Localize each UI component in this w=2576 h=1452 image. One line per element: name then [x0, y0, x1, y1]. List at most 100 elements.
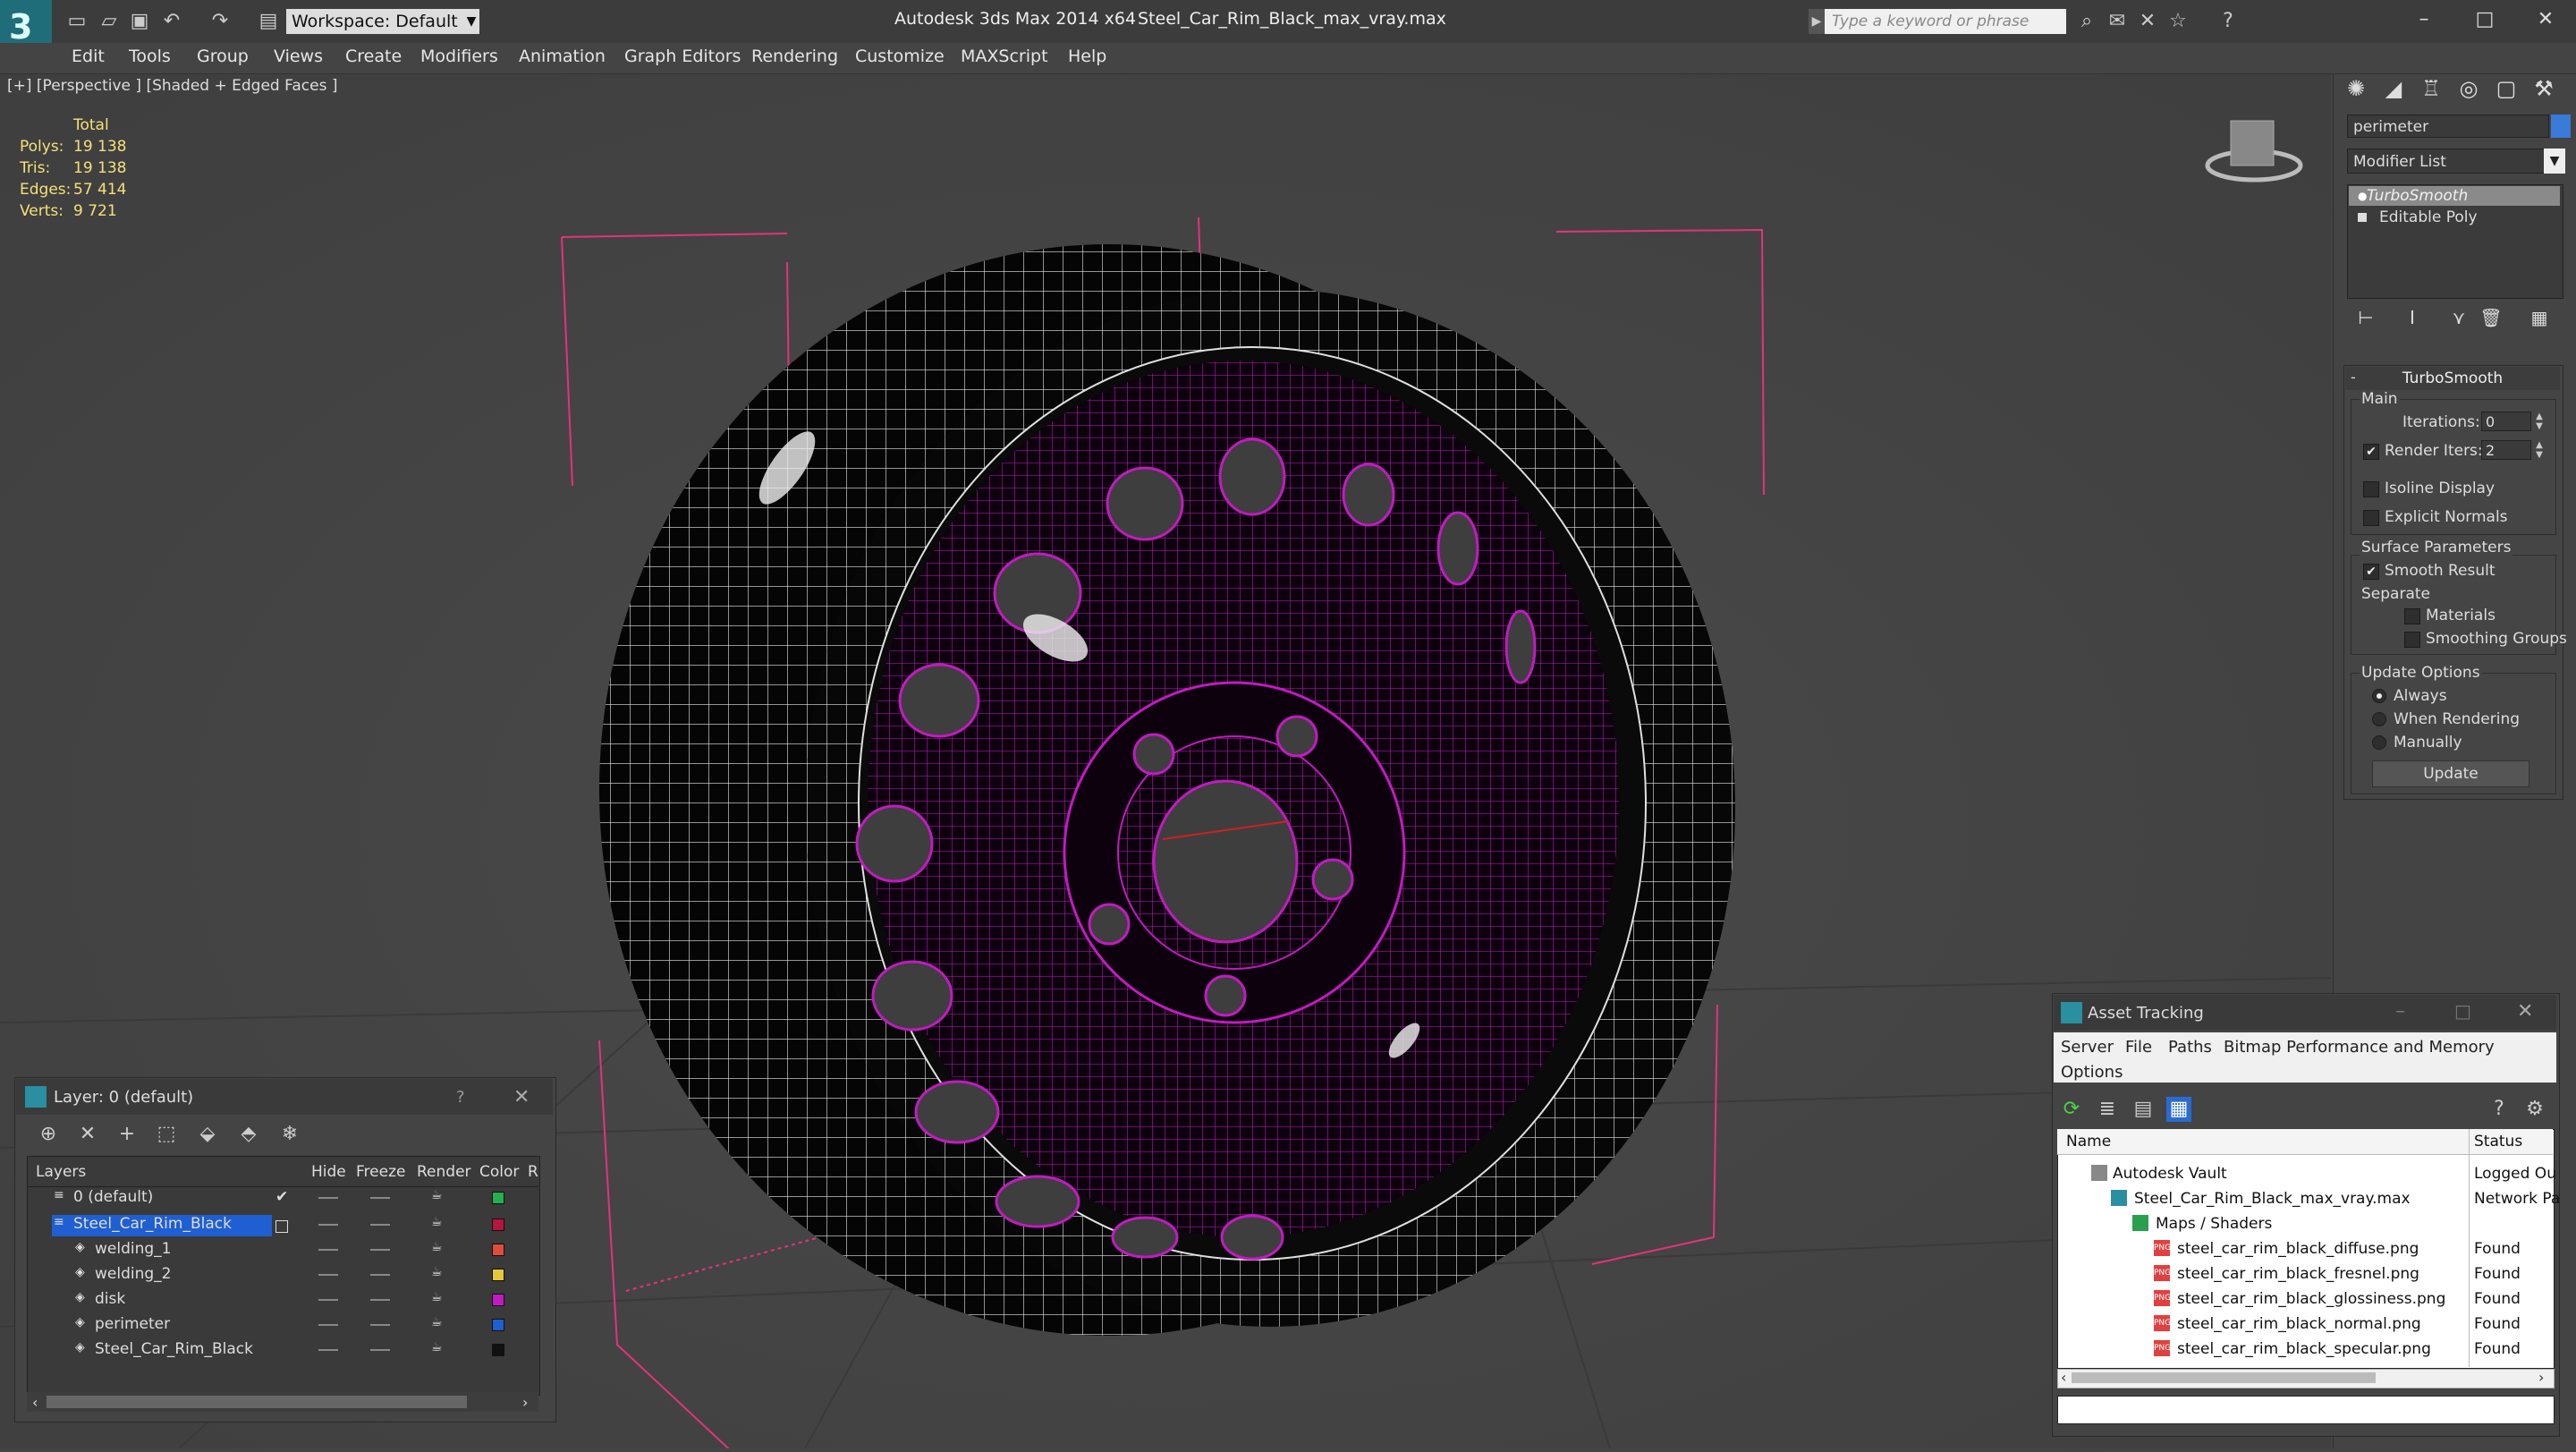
favorites-icon[interactable]: ☆ [2165, 9, 2191, 34]
col-layers[interactable]: Layers [36, 1163, 86, 1181]
object-color-swatch[interactable] [2551, 115, 2571, 138]
manually-radio[interactable] [2372, 735, 2386, 750]
hide-toggle[interactable] [318, 1197, 338, 1199]
spinner-arrows-icon[interactable]: ▲ ▼ [2533, 412, 2546, 431]
menu-help[interactable]: Help [1068, 47, 1106, 66]
stack-item-turbosmooth[interactable]: TurboSmooth [2349, 186, 2560, 206]
maximize-button[interactable]: □ [2458, 4, 2512, 36]
vault-settings-icon[interactable]: ⚙ [2522, 1097, 2547, 1122]
table-view-icon[interactable]: ▤ [2131, 1097, 2156, 1122]
new-file-icon[interactable]: ▭ [64, 9, 89, 34]
asset-name[interactable]: Autodesk Vault [2113, 1165, 2227, 1183]
object-name[interactable]: welding_2 [95, 1265, 171, 1283]
hide-toggle[interactable] [318, 1249, 338, 1251]
asset-menu-paths[interactable]: Paths [2168, 1038, 2212, 1057]
chevron-down-icon[interactable]: ▼ [2544, 149, 2565, 174]
object-name[interactable]: disk [95, 1290, 125, 1308]
render-teapot-icon[interactable]: ☕ [431, 1265, 443, 1279]
layer-name[interactable]: 0 (default) [73, 1188, 153, 1206]
modifier-list-dropdown[interactable]: Modifier List [2347, 149, 2562, 174]
menu-maxscript[interactable]: MAXScript [961, 47, 1048, 66]
communication-icon[interactable]: ✉ [2104, 9, 2131, 34]
create-layer-icon[interactable]: ⊕ [36, 1122, 61, 1147]
help-icon[interactable]: ? [2215, 9, 2241, 34]
freeze-toggle[interactable] [370, 1197, 390, 1199]
remove-modifier-icon[interactable]: 🗑 [2478, 304, 2504, 331]
close-button[interactable]: ✕ [2517, 1000, 2533, 1023]
layer-color-swatch[interactable] [492, 1244, 504, 1256]
undo-icon[interactable]: ↶ [159, 9, 184, 34]
object-name[interactable]: Steel_Car_Rim_Black [95, 1340, 253, 1358]
col-name[interactable]: Name [2066, 1133, 2111, 1151]
make-unique-icon[interactable]: ⋎ [2445, 304, 2472, 331]
project-folder-icon[interactable]: ▤ [256, 9, 281, 34]
redo-icon[interactable]: ↷ [208, 9, 233, 34]
render-teapot-icon[interactable]: ☕ [431, 1240, 443, 1254]
collapse-icon[interactable]: - [2351, 369, 2356, 386]
maximize-button[interactable]: □ [2454, 1000, 2471, 1022]
menu-group[interactable]: Group [197, 47, 249, 66]
list-view-icon[interactable]: ≣ [2095, 1097, 2120, 1122]
menu-modifiers[interactable]: Modifiers [420, 47, 498, 66]
viewport-label[interactable]: [+] [Perspective ] [Shaded + Edged Faces… [7, 77, 337, 95]
create-tab-icon[interactable]: ✺ [2340, 73, 2372, 104]
asset-name[interactable]: steel_car_rim_black_diffuse.png [2177, 1240, 2419, 1258]
update-button[interactable]: Update [2372, 760, 2529, 787]
col-render[interactable]: Render [417, 1163, 471, 1181]
freeze-toggle[interactable] [370, 1249, 390, 1251]
render-teapot-icon[interactable]: ☕ [431, 1315, 443, 1329]
col-status[interactable]: Status [2474, 1133, 2522, 1151]
layer-color-swatch[interactable] [492, 1269, 504, 1281]
isoline-checkbox[interactable] [2363, 481, 2379, 497]
asset-menu-file[interactable]: File [2125, 1038, 2152, 1057]
hide-toggle[interactable] [318, 1224, 338, 1226]
menu-graph-editors[interactable]: Graph Editors [624, 47, 741, 66]
asset-name[interactable]: steel_car_rim_black_normal.png [2177, 1315, 2421, 1333]
menu-customize[interactable]: Customize [855, 47, 945, 66]
vault-help-icon[interactable]: ? [2487, 1097, 2512, 1122]
menu-create[interactable]: Create [345, 47, 402, 66]
freeze-toggle[interactable] [370, 1324, 390, 1326]
asset-name[interactable]: Maps / Shaders [2156, 1215, 2272, 1233]
asset-name[interactable]: steel_car_rim_black_fresnel.png [2177, 1265, 2419, 1283]
close-icon[interactable]: ✕ [513, 1086, 530, 1108]
asset-menu-bitmap[interactable]: Bitmap Performance and Memory [2224, 1038, 2495, 1057]
when-rendering-radio[interactable] [2372, 712, 2386, 726]
layers-scroll-thumb[interactable] [47, 1396, 467, 1408]
current-layer-check-icon[interactable]: ✔ [275, 1188, 288, 1206]
expand-icon[interactable] [2358, 213, 2367, 222]
layer-name[interactable]: Steel_Car_Rim_Black [73, 1215, 232, 1233]
asset-name[interactable]: steel_car_rim_black_glossiness.png [2177, 1290, 2445, 1308]
object-name-field[interactable]: perimeter [2347, 115, 2549, 138]
asset-name[interactable]: steel_car_rim_black_specular.png [2177, 1340, 2431, 1358]
layer-color-swatch[interactable] [492, 1344, 504, 1356]
help-icon[interactable]: ? [456, 1088, 465, 1107]
render-teapot-icon[interactable]: ☕ [431, 1188, 443, 1202]
asset-name[interactable]: Steel_Car_Rim_Black_max_vray.max [2134, 1190, 2411, 1208]
render-iters-spinner[interactable]: 2 [2481, 440, 2531, 460]
scroll-left-icon[interactable]: ‹ [2061, 1369, 2066, 1386]
delete-layer-icon[interactable]: ✕ [75, 1122, 100, 1147]
add-to-layer-icon[interactable]: + [114, 1122, 140, 1147]
freeze-all-icon[interactable]: ❄ [277, 1122, 302, 1147]
rollout-title[interactable]: TurboSmooth [2345, 367, 2560, 390]
minimize-button[interactable]: – [2395, 1000, 2405, 1023]
scroll-right-icon[interactable]: › [522, 1394, 528, 1411]
menu-views[interactable]: Views [274, 47, 323, 66]
object-name[interactable]: welding_1 [95, 1240, 171, 1258]
always-radio[interactable] [2372, 689, 2386, 703]
search-input[interactable]: Type a keyword or phrase [1825, 9, 2066, 34]
menu-tools[interactable]: Tools [129, 47, 171, 66]
menu-edit[interactable]: Edit [72, 47, 105, 66]
hide-toggle[interactable] [318, 1274, 338, 1276]
asset-menu-options[interactable]: Options [2061, 1063, 2123, 1082]
search-expand-icon[interactable]: ▶ [1809, 9, 1825, 34]
hide-toggle[interactable] [318, 1324, 338, 1326]
stack-item-editable-poly[interactable]: Editable Poly [2349, 208, 2560, 227]
render-teapot-icon[interactable]: ☕ [431, 1340, 443, 1354]
workspace-dropdown[interactable]: Workspace: Default [286, 9, 465, 34]
scroll-left-icon[interactable]: ‹ [32, 1394, 38, 1411]
pin-stack-icon[interactable]: ⊢ [2352, 304, 2379, 331]
bulb-icon[interactable]: ● [2358, 190, 2367, 202]
select-in-layer-icon[interactable]: ⬚ [154, 1122, 179, 1147]
